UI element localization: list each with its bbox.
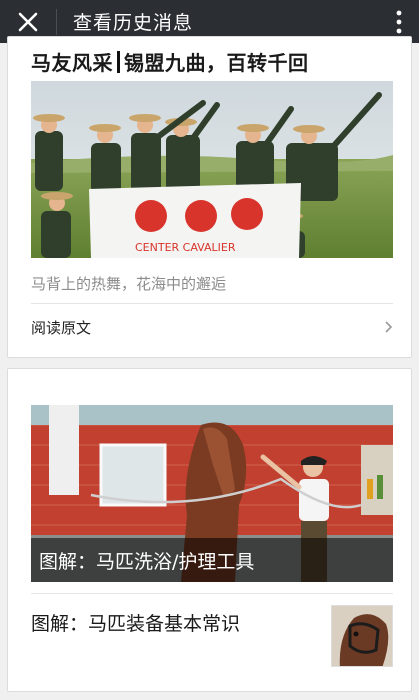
divider bbox=[31, 593, 393, 594]
read-more-link[interactable]: 阅读原文 bbox=[31, 316, 393, 338]
banner-text: CENTER CAVALIER bbox=[135, 241, 236, 254]
read-more-label: 阅读原文 bbox=[31, 318, 92, 337]
topbar-divider bbox=[56, 8, 57, 35]
chevron-right-icon bbox=[385, 321, 393, 333]
article-summary: 马背上的热舞，花海中的邂逅 bbox=[31, 275, 227, 293]
headline-title: 锡盟九曲，百转千回 bbox=[124, 51, 309, 75]
article-card[interactable]: 马友风采 锡盟九曲，百转千回 CENTER CAVALIER 马背上的热舞，花海… bbox=[7, 36, 412, 358]
sub-article-thumbnail[interactable] bbox=[331, 605, 393, 667]
horse-tack-thumbnail bbox=[332, 606, 392, 666]
page-title: 查看历史消息 bbox=[73, 12, 194, 34]
headline-column: 马友风采 bbox=[31, 51, 113, 75]
more-vertical-icon bbox=[396, 10, 402, 33]
sub-article-title[interactable]: 图解：马匹装备基本常识 bbox=[31, 609, 240, 636]
close-icon bbox=[18, 12, 38, 31]
article-group-card: 图解：马匹洗浴/护理工具 图解：马匹装备基本常识 bbox=[7, 368, 412, 692]
headline-separator bbox=[117, 51, 120, 73]
main-article-title[interactable]: 图解：马匹洗浴/护理工具 bbox=[39, 547, 254, 574]
article-headline[interactable]: 马友风采 锡盟九曲，百转千回 bbox=[31, 47, 309, 76]
riders-photo: CENTER CAVALIER bbox=[31, 81, 393, 258]
main-article-cover[interactable]: 图解：马匹洗浴/护理工具 bbox=[31, 405, 393, 582]
article-cover-image[interactable]: CENTER CAVALIER bbox=[31, 81, 393, 258]
caption-overlay: 图解：马匹洗浴/护理工具 bbox=[31, 538, 393, 582]
divider bbox=[31, 303, 393, 304]
